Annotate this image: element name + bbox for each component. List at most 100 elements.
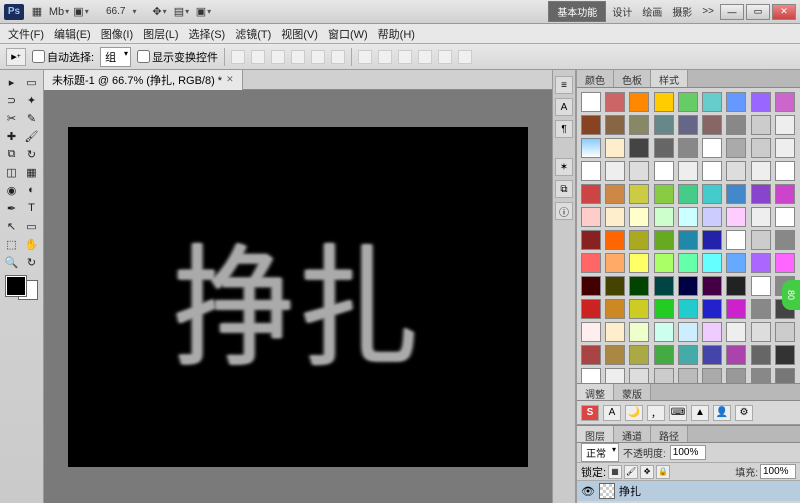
healing-tool[interactable]: ✚ xyxy=(3,128,21,144)
paragraph-panel-icon[interactable]: ¶ xyxy=(555,120,573,138)
style-preset[interactable] xyxy=(654,92,674,112)
style-preset[interactable] xyxy=(629,253,649,273)
style-preset[interactable] xyxy=(751,184,771,204)
3d-tool[interactable]: ⬚ xyxy=(3,236,21,252)
ime-comma-icon[interactable]: ， xyxy=(647,405,665,421)
color-swatch[interactable] xyxy=(6,276,38,300)
style-preset[interactable] xyxy=(678,184,698,204)
side-badge[interactable]: 80 xyxy=(782,280,800,310)
tab-color[interactable]: 颜色 xyxy=(577,70,614,87)
style-preset[interactable] xyxy=(605,115,625,135)
style-preset[interactable] xyxy=(726,368,746,383)
style-preset[interactable] xyxy=(654,322,674,342)
style-preset[interactable] xyxy=(605,92,625,112)
style-preset[interactable] xyxy=(605,161,625,181)
show-transform-check[interactable]: 显示变换控件 xyxy=(137,49,218,65)
workspace-photography[interactable]: 摄影 xyxy=(668,4,696,19)
style-preset[interactable] xyxy=(629,230,649,250)
path-tool[interactable]: ↖ xyxy=(3,218,21,234)
style-preset[interactable] xyxy=(751,253,771,273)
style-preset[interactable] xyxy=(702,161,722,181)
blur-tool[interactable]: ◉ xyxy=(3,182,21,198)
style-preset[interactable] xyxy=(678,115,698,135)
style-preset[interactable] xyxy=(654,299,674,319)
style-preset[interactable] xyxy=(581,253,601,273)
gradient-tool[interactable]: ▦ xyxy=(23,164,41,180)
menu-edit[interactable]: 编辑(E) xyxy=(50,24,95,44)
style-preset[interactable] xyxy=(605,299,625,319)
tab-masks[interactable]: 蒙版 xyxy=(614,384,651,400)
layer-thumbnail[interactable] xyxy=(599,483,615,499)
style-preset[interactable] xyxy=(581,368,601,383)
style-preset[interactable] xyxy=(775,92,795,112)
marquee-tool[interactable]: ▭ xyxy=(23,74,41,90)
style-preset[interactable] xyxy=(775,115,795,135)
tab-channels[interactable]: 通道 xyxy=(614,426,651,442)
lock-position-icon[interactable]: ✥ xyxy=(640,465,654,479)
style-preset[interactable] xyxy=(726,115,746,135)
blend-mode-select[interactable]: 正常 xyxy=(581,443,619,462)
style-preset[interactable] xyxy=(751,322,771,342)
style-preset[interactable] xyxy=(678,138,698,158)
style-preset[interactable] xyxy=(726,161,746,181)
style-preset[interactable] xyxy=(581,161,601,181)
bridge-icon[interactable]: ▦ xyxy=(28,4,46,20)
eraser-tool[interactable]: ◫ xyxy=(3,164,21,180)
style-preset[interactable] xyxy=(654,138,674,158)
auto-select-target[interactable]: 组 xyxy=(100,47,131,67)
style-preset[interactable] xyxy=(678,253,698,273)
style-preset[interactable] xyxy=(629,368,649,383)
style-preset[interactable] xyxy=(605,253,625,273)
style-preset[interactable] xyxy=(726,253,746,273)
tab-paths[interactable]: 路径 xyxy=(651,426,688,442)
style-preset[interactable] xyxy=(678,345,698,365)
fill-input[interactable]: 100% xyxy=(760,464,796,479)
view-extras-icon[interactable]: ▣▾ xyxy=(72,4,90,20)
lock-transparency-icon[interactable]: ▦ xyxy=(608,465,622,479)
style-preset[interactable] xyxy=(654,230,674,250)
style-preset[interactable] xyxy=(678,92,698,112)
style-preset[interactable] xyxy=(775,253,795,273)
style-preset[interactable] xyxy=(775,368,795,383)
style-preset[interactable] xyxy=(678,276,698,296)
workspace-design[interactable]: 设计 xyxy=(608,4,636,19)
style-preset[interactable] xyxy=(775,161,795,181)
lock-all-icon[interactable]: 🔒 xyxy=(656,465,670,479)
style-preset[interactable] xyxy=(726,92,746,112)
menu-view[interactable]: 视图(V) xyxy=(277,24,322,44)
workspace-painting[interactable]: 绘画 xyxy=(638,4,666,19)
info-panel-icon[interactable]: ⓘ xyxy=(555,202,573,220)
minibridge-icon[interactable]: Mb▾ xyxy=(50,4,68,20)
clone-panel-icon[interactable]: ⧉ xyxy=(555,180,573,198)
style-preset[interactable] xyxy=(629,276,649,296)
lock-pixels-icon[interactable]: 🖌 xyxy=(624,465,638,479)
style-preset[interactable] xyxy=(629,138,649,158)
style-preset[interactable] xyxy=(581,138,601,158)
style-preset[interactable] xyxy=(629,345,649,365)
style-preset[interactable] xyxy=(726,322,746,342)
style-preset[interactable] xyxy=(629,322,649,342)
style-preset[interactable] xyxy=(581,276,601,296)
style-preset[interactable] xyxy=(726,345,746,365)
align-icon[interactable] xyxy=(331,50,345,64)
style-preset[interactable] xyxy=(751,207,771,227)
style-preset[interactable] xyxy=(702,184,722,204)
style-preset[interactable] xyxy=(678,299,698,319)
brush-tool[interactable]: 🖌 xyxy=(23,128,41,144)
style-preset[interactable] xyxy=(775,184,795,204)
style-preset[interactable] xyxy=(702,138,722,158)
minimize-button[interactable]: — xyxy=(720,4,744,20)
style-preset[interactable] xyxy=(678,368,698,383)
wand-tool[interactable]: ✦ xyxy=(23,92,41,108)
style-preset[interactable] xyxy=(581,184,601,204)
style-preset[interactable] xyxy=(702,345,722,365)
style-preset[interactable] xyxy=(654,345,674,365)
style-preset[interactable] xyxy=(605,207,625,227)
style-preset[interactable] xyxy=(605,322,625,342)
style-preset[interactable] xyxy=(678,230,698,250)
style-preset[interactable] xyxy=(751,115,771,135)
menu-help[interactable]: 帮助(H) xyxy=(374,24,419,44)
document-tab[interactable]: 未标题-1 @ 66.7% (挣扎, RGB/8) * ✕ xyxy=(44,70,243,90)
canvas-viewport[interactable]: 挣扎 xyxy=(44,90,552,503)
stamp-tool[interactable]: ⧉ xyxy=(3,146,21,162)
